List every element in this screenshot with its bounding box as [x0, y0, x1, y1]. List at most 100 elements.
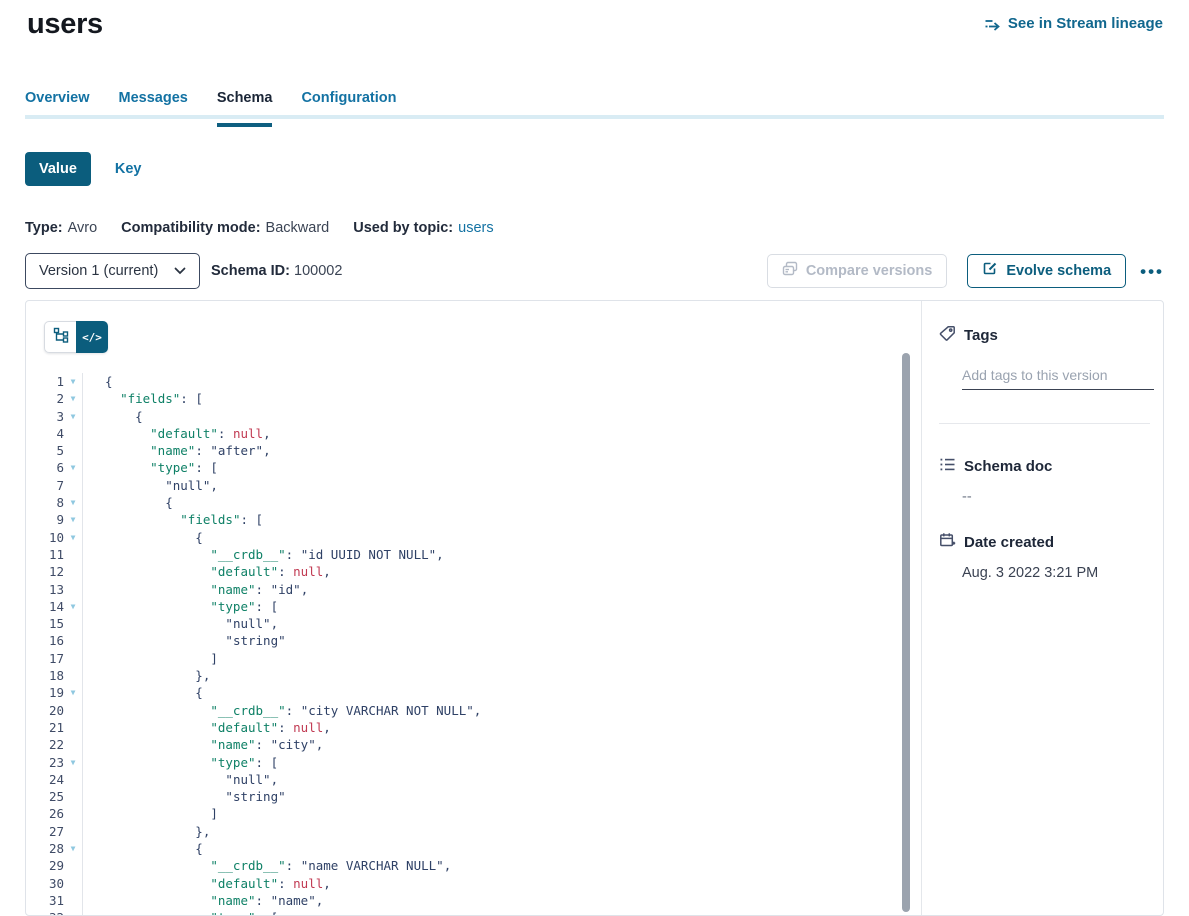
fold-toggle-icon[interactable]: ▼ [64, 408, 82, 425]
line-number: 2 [26, 390, 64, 407]
schema-code-editor[interactable]: 1▼{2▼ "fields": [3▼ {4 "default": null,5… [26, 373, 920, 915]
line-number: 32 [26, 909, 64, 915]
value-tab-button[interactable]: Value [25, 152, 91, 186]
copy-icon [782, 261, 798, 281]
code-text: "__crdb__": "city VARCHAR NOT NULL", [82, 702, 920, 719]
code-text: "fields": [ [82, 511, 920, 528]
schema-id: Schema ID: 100002 [211, 263, 342, 279]
code-line: 27 }, [26, 823, 920, 840]
editor-view-toggle: </> [44, 321, 108, 353]
tree-view-button[interactable] [44, 321, 76, 353]
fold-gutter [64, 875, 82, 892]
code-text: "string" [82, 632, 920, 649]
code-text: "type": [ [82, 459, 920, 476]
code-text: "name": "id", [82, 581, 920, 598]
code-line: 21 "default": null, [26, 719, 920, 736]
line-number: 22 [26, 736, 64, 753]
line-number: 10 [26, 529, 64, 546]
add-tags-input[interactable] [962, 367, 1154, 390]
schema-doc-title: Schema doc [964, 458, 1052, 475]
line-number: 31 [26, 892, 64, 909]
line-number: 1 [26, 373, 64, 390]
calendar-add-icon [939, 532, 956, 553]
line-number: 16 [26, 632, 64, 649]
edit-icon [982, 261, 998, 281]
fold-toggle-icon[interactable]: ▼ [64, 373, 82, 390]
line-number: 27 [26, 823, 64, 840]
fold-gutter [64, 477, 82, 494]
fold-gutter [64, 442, 82, 459]
code-text: "default": null, [82, 875, 920, 892]
code-text: "null", [82, 615, 920, 632]
fold-toggle-icon[interactable]: ▼ [64, 459, 82, 476]
code-text: "type": [ [82, 909, 920, 915]
code-line: 4 "default": null, [26, 425, 920, 442]
schema-page: users See in Stream lineage Overview Mess… [0, 0, 1189, 916]
line-number: 23 [26, 754, 64, 771]
fold-gutter [64, 788, 82, 805]
tab-configuration[interactable]: Configuration [301, 90, 396, 127]
line-number: 6 [26, 459, 64, 476]
code-text: "type": [ [82, 598, 920, 615]
code-text: { [82, 373, 920, 390]
code-text: "string" [82, 788, 920, 805]
tab-schema[interactable]: Schema [217, 90, 273, 127]
key-tab-button[interactable]: Key [115, 161, 142, 177]
fold-gutter [64, 563, 82, 580]
code-text: { [82, 529, 920, 546]
editor-scrollbar[interactable] [902, 353, 910, 912]
fold-toggle-icon[interactable]: ▼ [64, 494, 82, 511]
code-line: 12 "default": null, [26, 563, 920, 580]
fold-gutter [64, 823, 82, 840]
line-number: 24 [26, 771, 64, 788]
code-line: 8▼ { [26, 494, 920, 511]
tab-overview[interactable]: Overview [25, 90, 90, 127]
code-text: "default": null, [82, 425, 920, 442]
tags-title: Tags [964, 327, 998, 344]
version-bar: Version 1 (current) Schema ID: 100002 [25, 253, 1164, 289]
fold-toggle-icon[interactable]: ▼ [64, 511, 82, 528]
see-in-stream-lineage-link[interactable]: See in Stream lineage [984, 15, 1163, 32]
compare-versions-button[interactable]: Compare versions [767, 254, 948, 288]
code-line: 25 "string" [26, 788, 920, 805]
line-number: 5 [26, 442, 64, 459]
line-number: 17 [26, 650, 64, 667]
fold-toggle-icon[interactable]: ▼ [64, 390, 82, 407]
fold-toggle-icon[interactable]: ▼ [64, 598, 82, 615]
code-text: "type": [ [82, 754, 920, 771]
code-text: ] [82, 805, 920, 822]
code-text: ] [82, 650, 920, 667]
code-line: 5 "name": "after", [26, 442, 920, 459]
tab-messages[interactable]: Messages [119, 90, 188, 127]
code-line: 11 "__crdb__": "id UUID NOT NULL", [26, 546, 920, 563]
fold-gutter [64, 719, 82, 736]
line-number: 28 [26, 840, 64, 857]
version-select[interactable]: Version 1 (current) [25, 253, 200, 289]
fold-toggle-icon[interactable]: ▼ [64, 909, 82, 915]
line-number: 21 [26, 719, 64, 736]
meta-label: Used by topic: [353, 220, 453, 236]
fold-gutter [64, 771, 82, 788]
line-number: 26 [26, 805, 64, 822]
line-number: 9 [26, 511, 64, 528]
code-line: 17 ] [26, 650, 920, 667]
code-line: 29 "__crdb__": "name VARCHAR NULL", [26, 857, 920, 874]
code-line: 13 "name": "id", [26, 581, 920, 598]
more-options-button[interactable]: ••• [1140, 263, 1164, 280]
date-created-value: Aug. 3 2022 3:21 PM [962, 565, 1150, 581]
fold-toggle-icon[interactable]: ▼ [64, 840, 82, 857]
meta-value: Avro [68, 220, 98, 236]
code-text: "name": "name", [82, 892, 920, 909]
code-view-button[interactable]: </> [76, 321, 108, 353]
code-text: "null", [82, 771, 920, 788]
fold-toggle-icon[interactable]: ▼ [64, 684, 82, 701]
fold-gutter [64, 546, 82, 563]
evolve-schema-label: Evolve schema [1006, 263, 1111, 279]
schema-doc-value: -- [962, 489, 1150, 505]
meta-label: Type: [25, 220, 63, 236]
fold-toggle-icon[interactable]: ▼ [64, 754, 82, 771]
topic-link[interactable]: users [458, 220, 493, 236]
evolve-schema-button[interactable]: Evolve schema [967, 254, 1126, 288]
fold-toggle-icon[interactable]: ▼ [64, 529, 82, 546]
fold-gutter [64, 615, 82, 632]
